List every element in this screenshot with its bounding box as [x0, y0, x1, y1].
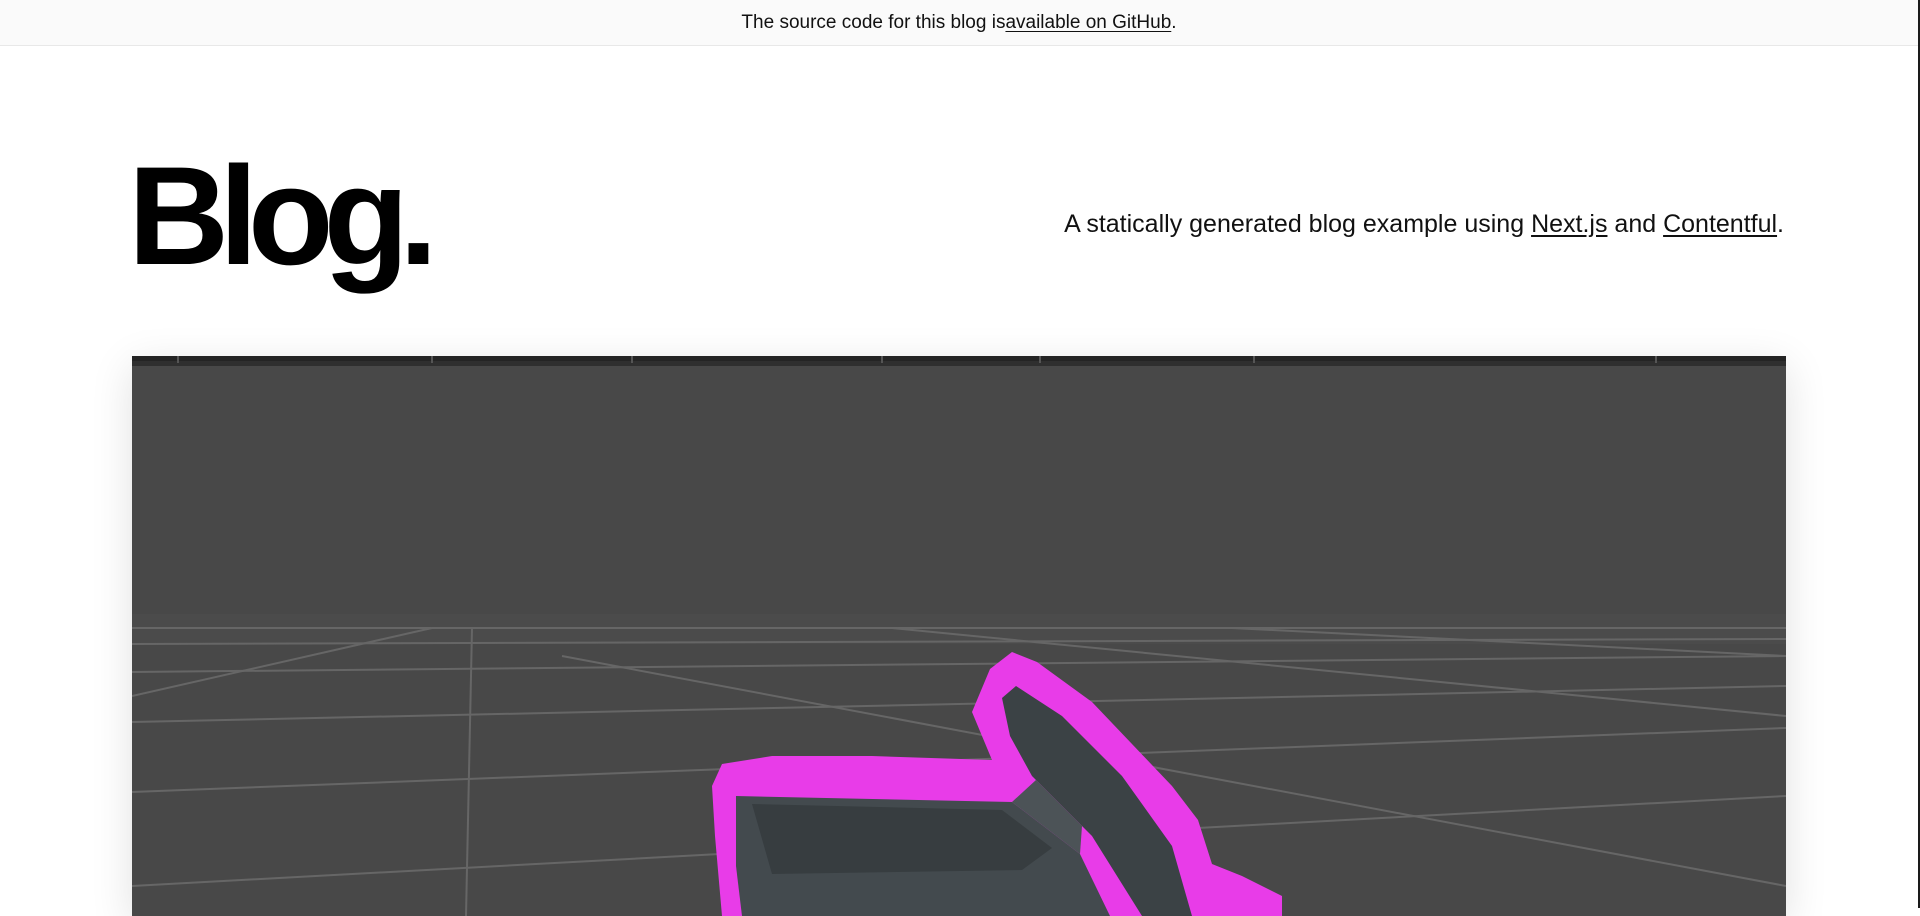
banner-text: The source code for this blog is — [741, 11, 1006, 33]
contentful-link[interactable]: Contentful — [1663, 210, 1777, 238]
top-banner: The source code for this blog is availab… — [0, 0, 1918, 46]
intro-text-end: . — [1777, 210, 1784, 238]
github-link[interactable]: available on GitHub — [1005, 12, 1171, 34]
site-title[interactable]: Blog. — [128, 146, 438, 286]
hero-render — [132, 356, 1786, 916]
intro-text-middle: and — [1607, 210, 1664, 238]
hero-image[interactable] — [132, 356, 1786, 916]
intro-text-start: A statically generated blog example usin… — [1064, 210, 1532, 238]
nextjs-link[interactable]: Next.js — [1531, 210, 1607, 238]
intro-text: A statically generated blog example usin… — [1064, 210, 1784, 239]
page-content: Blog. A statically generated blog exampl… — [0, 46, 1918, 916]
banner-text-end: . — [1171, 11, 1177, 33]
